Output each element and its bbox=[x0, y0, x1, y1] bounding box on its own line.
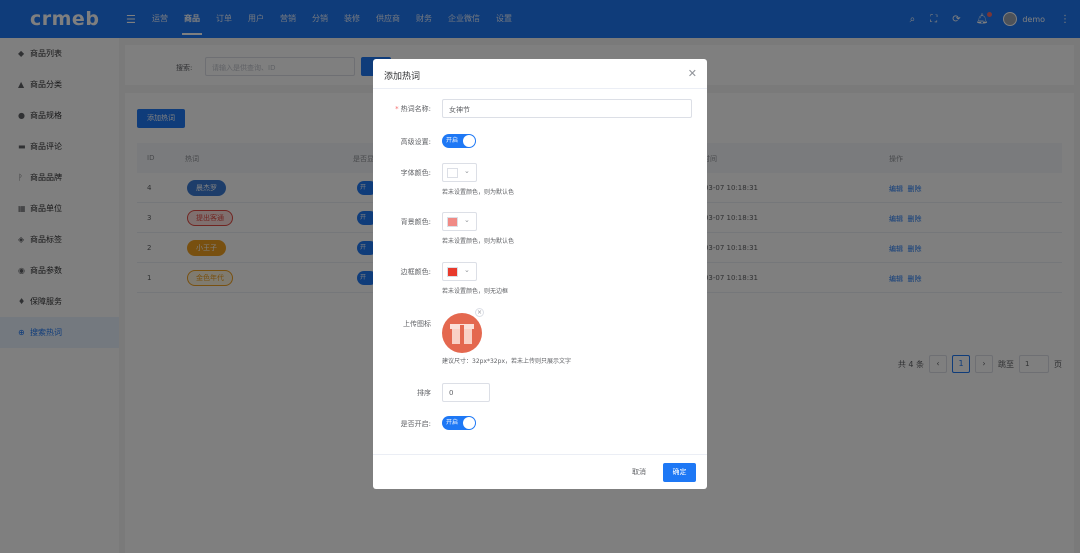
border-color-swatch bbox=[447, 267, 458, 277]
cancel-button[interactable]: 取消 bbox=[632, 467, 646, 477]
dialog-header: 添加热词 ✕ bbox=[373, 59, 707, 89]
font-color-swatch bbox=[447, 168, 458, 178]
sort-label: 排序 bbox=[417, 389, 431, 397]
font-color-picker[interactable]: ⌄ bbox=[442, 163, 477, 182]
add-hot-word-dialog: 添加热词 ✕ * 热词名称: 女神节 高级设置: 开启 字体颜色: ⌄ 若未设置颜… bbox=[373, 59, 707, 489]
chevron-down-icon: ⌄ bbox=[464, 167, 470, 175]
font-color-label: 字体颜色: bbox=[400, 169, 431, 177]
chevron-down-icon: ⌄ bbox=[464, 266, 470, 274]
upload-image[interactable] bbox=[442, 313, 482, 353]
chevron-down-icon: ⌄ bbox=[464, 216, 470, 224]
enable-toggle[interactable]: 开启 bbox=[442, 416, 476, 430]
gift-band bbox=[460, 325, 464, 344]
enable-label: 是否开启: bbox=[400, 420, 431, 428]
border-color-picker[interactable]: ⌄ bbox=[442, 262, 477, 281]
dialog-footer: 取消 确定 bbox=[373, 454, 707, 489]
advanced-label: 高级设置: bbox=[400, 138, 431, 146]
bg-color-swatch bbox=[447, 217, 458, 227]
bg-color-label: 背景颜色: bbox=[400, 218, 431, 226]
close-icon[interactable]: ✕ bbox=[688, 67, 697, 80]
upload-label: 上传图标 bbox=[403, 320, 431, 328]
confirm-button[interactable]: 确定 bbox=[663, 463, 696, 482]
dialog-title: 添加热词 bbox=[384, 72, 421, 82]
bg-color-hint: 若未设置颜色，则为默认色 bbox=[442, 238, 515, 245]
remove-image-icon[interactable]: × bbox=[475, 308, 484, 317]
font-color-hint: 若未设置颜色，则为默认色 bbox=[442, 189, 515, 196]
word-label: * 热词名称: bbox=[395, 105, 431, 113]
sort-input[interactable]: 0 bbox=[442, 383, 490, 402]
border-color-label: 边框颜色: bbox=[400, 268, 431, 276]
advanced-toggle[interactable]: 开启 bbox=[442, 134, 476, 148]
word-input[interactable]: 女神节 bbox=[442, 99, 692, 118]
upload-hint: 建议尺寸：32px*32px，若未上传则只展示文字 bbox=[442, 358, 571, 365]
bg-color-picker[interactable]: ⌄ bbox=[442, 212, 477, 231]
border-color-hint: 若未设置颜色，则无边框 bbox=[442, 288, 509, 295]
